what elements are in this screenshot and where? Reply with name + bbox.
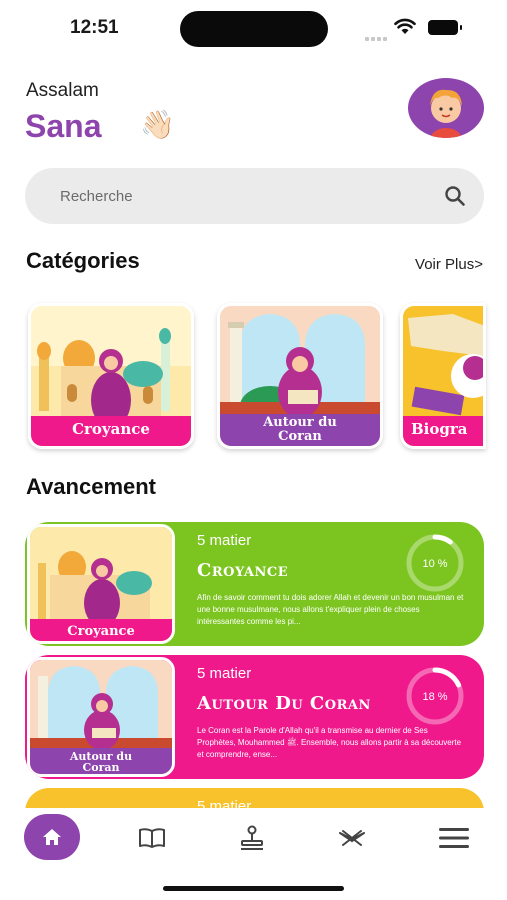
quran-stand-icon xyxy=(339,830,365,846)
see-more-link[interactable]: Voir Plus> xyxy=(415,256,483,273)
dynamic-island xyxy=(180,11,328,47)
course-description: Afin de savoir comment tu dois adorer Al… xyxy=(197,593,464,626)
category-label: Biogra xyxy=(411,420,468,438)
home-icon xyxy=(43,829,61,845)
progress-ring: 10 % xyxy=(406,534,464,592)
cellular-signal-icon xyxy=(365,26,389,45)
thumb-label: Croyance xyxy=(67,624,134,639)
course-count: 5 matier xyxy=(197,532,252,549)
course-title: Croyance xyxy=(197,560,289,581)
progress-ring: 18 % xyxy=(406,667,464,725)
progress-title: Avancement xyxy=(26,474,157,499)
greeting-text: Assalam xyxy=(26,80,99,101)
category-label: Autour du Coran xyxy=(263,415,337,444)
bottom-nav xyxy=(0,808,507,870)
search-bar[interactable] xyxy=(25,168,484,224)
search-input[interactable] xyxy=(60,168,430,224)
course-description: Le Coran est la Parole d'Allah qu'il a t… xyxy=(197,726,462,759)
nav-stamp-button[interactable] xyxy=(224,816,280,860)
status-bar: 12:51 xyxy=(0,0,507,60)
avatar[interactable] xyxy=(408,78,484,138)
search-icon[interactable] xyxy=(444,185,466,207)
battery-icon xyxy=(428,20,462,35)
nav-book-button[interactable] xyxy=(124,816,180,860)
stamp-icon xyxy=(241,825,263,850)
menu-icon xyxy=(439,828,469,848)
course-title: Autour Du Coran xyxy=(197,693,371,714)
category-label: Croyance xyxy=(72,420,150,438)
user-name: Sana xyxy=(25,108,102,144)
categories-title: Catégories xyxy=(26,248,140,273)
course-count: 5 matier xyxy=(197,665,252,682)
progress-percent: 10 % xyxy=(422,558,447,570)
progress-percent: 18 % xyxy=(422,691,447,703)
book-icon xyxy=(139,828,165,848)
progress-thumbnail: Autour du Coran xyxy=(27,657,175,777)
nav-quran-button[interactable] xyxy=(324,816,380,860)
status-time: 12:51 xyxy=(70,17,119,38)
nav-home-button[interactable] xyxy=(24,814,80,860)
category-card-autour-du-coran[interactable]: Autour du Coran xyxy=(217,303,383,449)
waving-hand-icon: 👋🏻 xyxy=(140,108,175,141)
category-card-croyance[interactable]: Croyance xyxy=(28,303,194,449)
progress-card-autour-du-coran[interactable]: Autour du Coran 5 matier Autour Du Coran… xyxy=(25,655,484,779)
category-card-biographie[interactable]: Biogra xyxy=(400,303,486,449)
progress-card-croyance[interactable]: Croyance 5 matier Croyance Afin de savoi… xyxy=(25,522,484,646)
nav-menu-button[interactable] xyxy=(426,816,482,860)
thumb-label: Coran xyxy=(82,761,119,774)
progress-thumbnail: Croyance xyxy=(27,524,175,644)
home-indicator xyxy=(163,886,344,891)
wifi-icon xyxy=(394,18,416,34)
